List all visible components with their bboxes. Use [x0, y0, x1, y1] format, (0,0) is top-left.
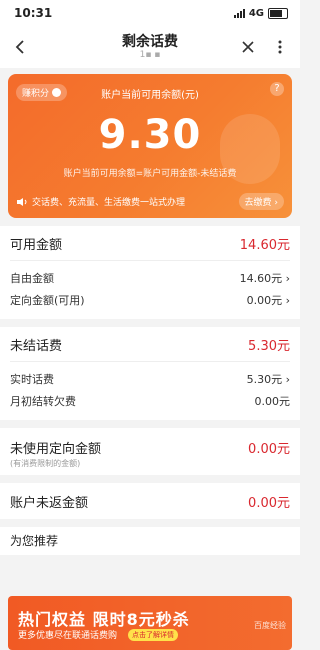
status-icons: 4G — [233, 7, 288, 19]
card-bottom-bar: 交话费、充流量、生活缴费一站式办理 去缴费 › — [16, 193, 284, 210]
banner-subtitle: 更多优惠尽在联通话费购 — [18, 631, 118, 641]
balance-card: 赚积分 账户当前可用余额(元) ? 9.30 账户当前可用余额=账户可用金额-未… — [8, 74, 292, 218]
help-icon[interactable]: ? — [270, 82, 284, 96]
targeted-amount-label: 定向金额(可用) — [10, 294, 85, 307]
unsettled-value: 5.30元 — [248, 338, 290, 354]
available-section: 可用金额 14.60元 自由金额 14.60元 › 定向金额(可用) 0.00元… — [0, 226, 300, 319]
unused-targeted-note: (有消费限制的金额) — [10, 459, 81, 468]
back-button[interactable] — [8, 35, 32, 59]
chevron-left-icon — [15, 40, 24, 54]
carryover-label: 月初结转欠费 — [10, 395, 76, 408]
realtime-fee-label: 实时话费 — [10, 373, 54, 386]
service-promo-text: 交话费、充流量、生活缴费一站式办理 — [32, 198, 186, 208]
unsettled-label: 未结话费 — [10, 338, 63, 354]
realtime-fee-value: 5.30元 › — [246, 373, 290, 386]
balance-label: 账户当前可用余额(元) — [101, 90, 199, 101]
more-button[interactable] — [268, 35, 292, 59]
status-time: 10:31 — [14, 6, 53, 20]
balance-amount: 9.30 — [98, 112, 202, 158]
unsettled-section: 未结话费 5.30元 实时话费 5.30元 › 月初结转欠费 0.00元 — [0, 327, 300, 420]
targeted-amount-row[interactable]: 定向金额(可用) 0.00元 › — [0, 289, 300, 311]
targeted-amount-value: 0.00元 › — [246, 294, 290, 307]
speaker-icon — [17, 197, 27, 206]
close-icon — [242, 41, 254, 53]
unreturned-value: 0.00元 — [248, 495, 290, 511]
network-type: 4G — [248, 7, 264, 19]
promo-banner[interactable]: 热门权益 限时8元秒杀 更多优惠尽在联通话费购 点击了解详情 百度经验 — [8, 596, 292, 650]
unsettled-row: 未结话费 5.30元 — [0, 327, 300, 361]
unused-targeted-value: 0.00元 — [248, 441, 290, 457]
banner-title: 热门权益 限时8元秒杀 — [18, 610, 190, 629]
close-button[interactable] — [236, 35, 260, 59]
banner-tag[interactable]: 点击了解详情 — [128, 629, 178, 641]
free-amount-row[interactable]: 自由金额 14.60元 › — [0, 267, 300, 289]
unreturned-row: 账户未返金额 0.00元 — [0, 483, 300, 519]
recommend-title: 为您推荐 — [0, 527, 300, 555]
pay-button[interactable]: 去缴费 › — [238, 193, 284, 210]
signal-icon — [233, 8, 245, 18]
available-value: 14.60元 — [239, 237, 290, 253]
unused-targeted-label: 未使用定向金额 — [10, 441, 102, 457]
watermark: 百度经验 — [254, 621, 286, 630]
realtime-fee-row[interactable]: 实时话费 5.30元 › — [0, 368, 300, 390]
unreturned-section: 账户未返金额 0.00元 — [0, 483, 300, 519]
status-bar: 10:31 4G — [0, 0, 300, 26]
unreturned-label: 账户未返金额 — [10, 495, 89, 511]
free-amount-value: 14.60元 › — [239, 272, 290, 285]
carryover-row: 月初结转欠费 0.00元 — [0, 390, 300, 412]
more-icon — [278, 40, 282, 54]
available-label: 可用金额 — [10, 237, 63, 253]
free-amount-label: 自由金额 — [10, 272, 54, 285]
balance-formula: 账户当前可用余额=账户可用金额-未结话费 — [63, 169, 237, 179]
carryover-value: 0.00元 — [254, 395, 291, 408]
battery-icon — [268, 7, 288, 19]
unused-targeted-section: 未使用定向金额 0.00元 (有消费限制的金额) — [0, 428, 300, 475]
navbar: 剩余话费 1▪ ▪ — [0, 26, 300, 68]
available-row: 可用金额 14.60元 — [0, 226, 300, 260]
